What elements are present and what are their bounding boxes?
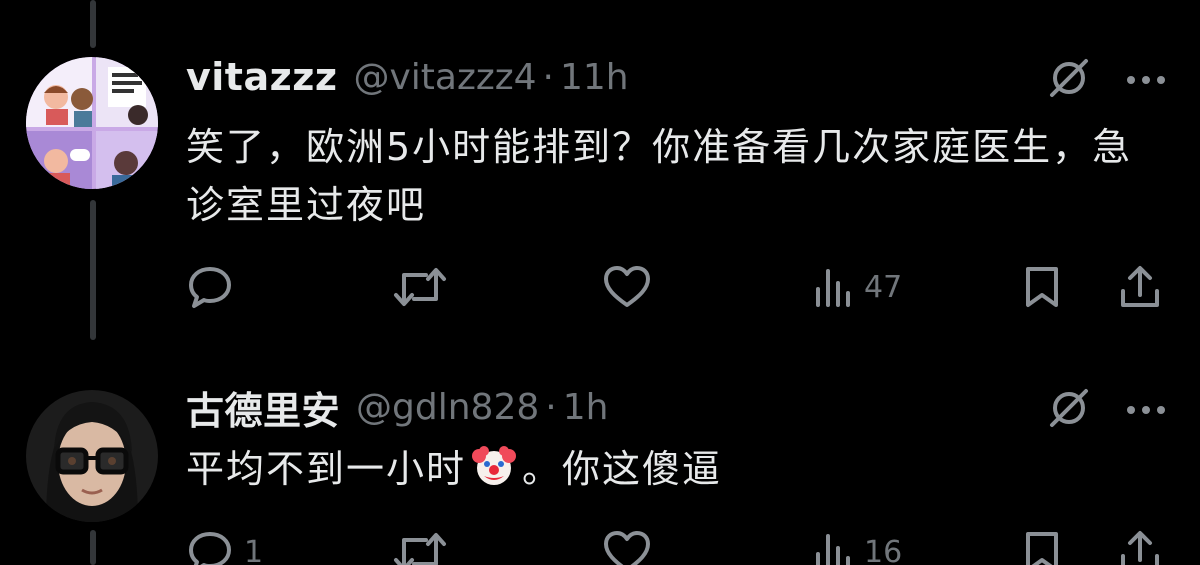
tweet-actions: 1 16 (0, 522, 1200, 565)
tweet[interactable]: 古德里安 @gdln828 · 1h 平均不到一小时 。你这傻逼 1 16 (0, 0, 1200, 565)
tweet-text-part: 平均不到一小时 (186, 447, 467, 491)
bookmark-icon (1026, 532, 1058, 565)
timestamp[interactable]: 1h (563, 387, 609, 428)
retweet-button[interactable] (392, 522, 458, 565)
display-name[interactable]: 古德里安 (186, 380, 340, 435)
grok-icon[interactable] (1046, 385, 1092, 431)
reply-icon (189, 532, 231, 565)
avatar[interactable] (26, 390, 158, 522)
like-icon (604, 531, 650, 565)
separator-dot: · (545, 386, 557, 428)
bookmark-button[interactable] (1022, 522, 1062, 565)
clown-emoji (470, 442, 518, 490)
user-handle[interactable]: @gdln828 (356, 387, 539, 428)
views-button[interactable]: 16 (814, 522, 902, 565)
view-count: 16 (864, 534, 903, 565)
tweet-header: 古德里安 @gdln828 · 1h (186, 380, 609, 435)
reply-button[interactable]: 1 (186, 522, 263, 565)
retweet-icon (394, 533, 446, 565)
tweet-text-part: 。你这傻逼 (522, 447, 723, 491)
views-icon (816, 534, 850, 565)
avatar-image (26, 390, 158, 522)
share-button[interactable] (1118, 522, 1162, 565)
more-icon[interactable] (1124, 403, 1168, 417)
like-button[interactable] (602, 522, 662, 565)
tweet-text: 平均不到一小时 。你这傻逼 (186, 440, 1146, 498)
share-icon (1121, 531, 1159, 565)
reply-count: 1 (244, 534, 264, 565)
